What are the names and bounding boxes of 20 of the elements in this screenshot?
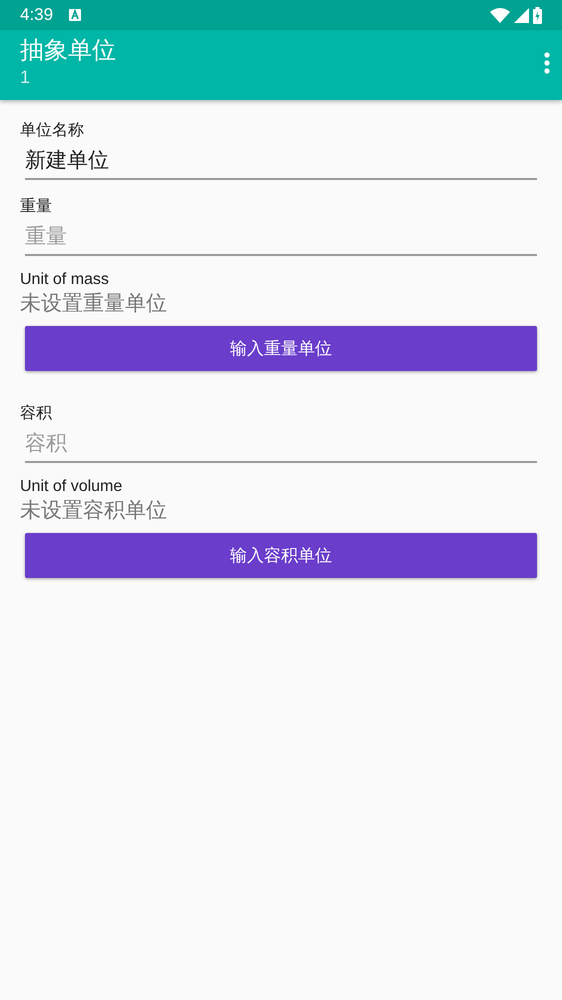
app-title: 抽象单位 — [20, 36, 117, 66]
input-field[interactable]: 重量 — [25, 220, 537, 256]
enter-unit-button[interactable]: 输入重量单位 — [25, 326, 537, 371]
input-field[interactable]: 新建单位 — [25, 144, 537, 180]
unit-caption: Unit of volume — [20, 477, 124, 497]
clock-time: 4:39 — [20, 4, 54, 26]
signal-icon — [514, 8, 529, 22]
input-field[interactable]: 容积 — [25, 427, 537, 463]
field-label: 重量 — [20, 196, 53, 217]
wifi-icon — [490, 8, 510, 22]
battery-icon — [533, 6, 542, 24]
enter-unit-button[interactable]: 输入容积单位 — [25, 533, 537, 578]
unit-status: 未设置容积单位 — [20, 498, 168, 524]
field-label: 单位名称 — [20, 121, 85, 141]
notification-icon — [69, 9, 82, 21]
app-subtitle: 1 — [20, 66, 32, 88]
more-options-icon[interactable] — [544, 52, 550, 74]
unit-caption: Unit of mass — [20, 270, 110, 290]
field-label: 容积 — [20, 404, 53, 424]
unit-status: 未设置重量单位 — [20, 291, 168, 317]
